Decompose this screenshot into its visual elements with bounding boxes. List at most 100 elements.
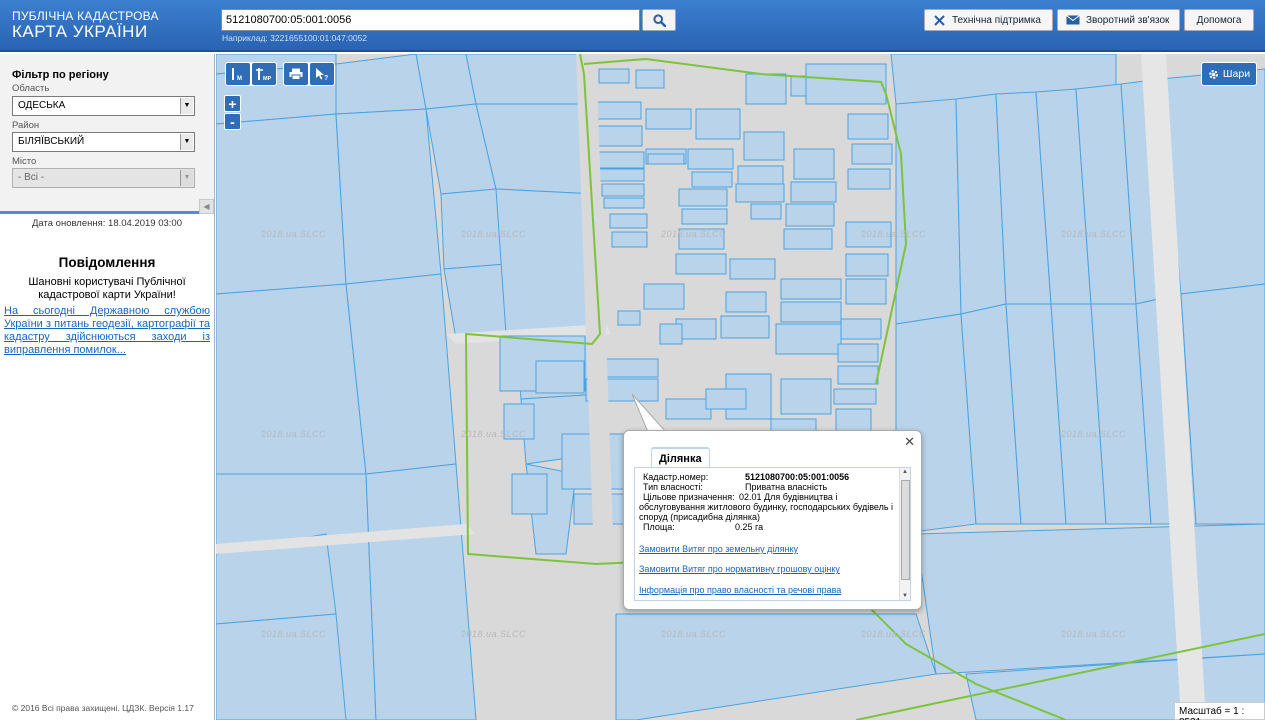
header: ПУБЛІЧНА КАДАСТРОВА КАРТА УКРАЇНИ Наприк… xyxy=(0,0,1265,52)
update-date: Дата оновлення: 18.04.2019 03:00 xyxy=(31,218,183,229)
scroll-down-icon[interactable]: ▼ xyxy=(902,593,908,599)
city-select[interactable]: - Всі - ▼ xyxy=(12,168,195,188)
ownership-info-link[interactable]: Інформація про право власності та речові… xyxy=(639,585,841,595)
filter-title: Фільтр по регіону xyxy=(12,69,109,81)
watermark: 2018.ua.SLCC xyxy=(661,229,727,239)
popup-scrollbar[interactable]: ▲ ▼ xyxy=(899,468,910,600)
parcel xyxy=(745,73,787,105)
parcel xyxy=(725,291,767,313)
chevron-down-icon[interactable]: ▼ xyxy=(180,98,193,114)
parcel xyxy=(595,151,645,169)
cadastral-search-input[interactable] xyxy=(221,9,640,31)
measure-toolbar: M MP xyxy=(225,62,277,86)
pointer-question-icon: ? xyxy=(316,68,328,81)
parcel xyxy=(647,153,685,165)
rayon-select[interactable]: БІЛЯЇВСЬКИЙ ▼ xyxy=(12,132,195,152)
measure-area-button[interactable]: MP xyxy=(252,63,276,85)
zoom-out-button[interactable]: - xyxy=(224,113,241,130)
copyright: © 2016 Всі права захищені. ЦДЗК. Версія … xyxy=(12,703,194,713)
layers-button[interactable]: Шари xyxy=(1201,62,1257,86)
parcel xyxy=(665,398,712,420)
svg-text:MP: MP xyxy=(263,76,272,81)
parcel xyxy=(335,108,442,285)
parcel xyxy=(805,63,887,105)
parcel xyxy=(535,360,585,394)
parcel xyxy=(681,208,728,225)
order-valuation-link[interactable]: Замовити Витяг про нормативну грошову оц… xyxy=(639,564,840,574)
parcel xyxy=(780,301,842,323)
watermark: 2018.ua.SLCC xyxy=(1061,429,1127,439)
parcel xyxy=(847,113,889,140)
notice-title: Повідомлення xyxy=(58,255,156,270)
order-extract-link[interactable]: Замовити Витяг про земельну ділянку xyxy=(639,544,798,554)
map-scale: Масштаб = 1 : 8531 xyxy=(1174,702,1265,720)
parcel xyxy=(847,168,891,190)
map-canvas[interactable] xyxy=(216,54,1265,720)
parcel xyxy=(775,323,842,355)
watermark: 2018.ua.SLCC xyxy=(461,629,527,639)
site-logo[interactable]: ПУБЛІЧНА КАДАСТРОВА КАРТА УКРАЇНИ xyxy=(12,9,159,42)
cadastral-map[interactable]: 2018.ua.SLCC 2018.ua.SLCC 2018.ua.SLCC 2… xyxy=(216,54,1265,720)
scroll-thumb[interactable] xyxy=(901,480,910,580)
watermark: 2018.ua.SLCC xyxy=(261,429,327,439)
printer-icon xyxy=(289,68,303,80)
watermark: 2018.ua.SLCC xyxy=(861,629,927,639)
parcel xyxy=(1180,283,1265,525)
chevron-down-icon[interactable]: ▼ xyxy=(180,134,193,150)
city-label: Місто xyxy=(12,156,37,167)
parcel xyxy=(780,378,832,415)
feedback-button[interactable]: Зворотний зв'язок xyxy=(1057,9,1180,31)
info-key: Площа: xyxy=(643,522,675,532)
collapse-sidebar-button[interactable]: ◀ xyxy=(199,199,214,214)
region-filter-panel: Фільтр по регіону Область ОДЕСЬКА ▼ Райо… xyxy=(0,54,214,214)
info-value: 0.25 га xyxy=(735,522,764,532)
svg-text:?: ? xyxy=(324,75,328,81)
watermark: 2018.ua.SLCC xyxy=(461,229,527,239)
parcel xyxy=(840,318,882,340)
watermark: 2018.ua.SLCC xyxy=(461,429,527,439)
info-row: Цільове призначення: 02.01 Для будівницт… xyxy=(639,492,904,522)
city-value: - Всі - xyxy=(18,172,45,183)
parcel xyxy=(783,228,833,250)
watermark: 2018.ua.SLCC xyxy=(1061,229,1127,239)
watermark: 2018.ua.SLCC xyxy=(1061,629,1127,639)
info-key: Кадастр.номер: xyxy=(643,472,709,482)
zoom-in-button[interactable]: + xyxy=(224,95,241,112)
oblast-select[interactable]: ОДЕСЬКА ▼ xyxy=(12,96,195,116)
notice-link[interactable]: На сьогодні Державною службою України з … xyxy=(4,305,210,357)
help-label: Допомога xyxy=(1196,14,1242,26)
help-button[interactable]: Допомога xyxy=(1184,9,1254,31)
parcel xyxy=(851,143,893,165)
popup-body: Кадастр.номер: 5121080700:05:001:0056 Ти… xyxy=(634,467,911,601)
envelope-icon xyxy=(1066,15,1080,25)
parcel xyxy=(743,131,785,161)
print-button[interactable] xyxy=(284,63,308,85)
parcel xyxy=(915,523,1265,675)
parcel xyxy=(785,203,835,227)
layers-label: Шари xyxy=(1222,68,1251,80)
tech-support-button[interactable]: Технічна підтримка xyxy=(924,9,1053,31)
parcel xyxy=(837,365,879,385)
parcel xyxy=(659,323,683,345)
measure-length-button[interactable]: M xyxy=(226,63,250,85)
rayon-label: Район xyxy=(12,120,40,131)
gear-icon xyxy=(1209,69,1218,79)
parcel xyxy=(720,315,770,339)
parcel xyxy=(750,203,782,220)
search-button[interactable] xyxy=(642,9,676,31)
scroll-up-icon[interactable]: ▲ xyxy=(902,469,908,475)
parcel xyxy=(895,98,962,325)
info-value: Приватна власність xyxy=(745,482,828,492)
tab-parcel[interactable]: Ділянка xyxy=(651,447,710,469)
popup-pointer xyxy=(631,393,668,434)
parcel xyxy=(678,188,728,207)
notice-text: Шановні користувачі Публічної кадастрово… xyxy=(28,276,186,301)
close-icon[interactable]: ✕ xyxy=(904,434,915,450)
svg-text:M: M xyxy=(237,76,242,81)
identify-button[interactable]: ? xyxy=(310,63,334,85)
parcel xyxy=(737,165,784,187)
parcel xyxy=(845,253,889,277)
logo-line2: КАРТА УКРАЇНИ xyxy=(12,22,148,41)
watermark: 2018.ua.SLCC xyxy=(661,629,727,639)
rayon-value: БІЛЯЇВСЬКИЙ xyxy=(18,136,85,147)
